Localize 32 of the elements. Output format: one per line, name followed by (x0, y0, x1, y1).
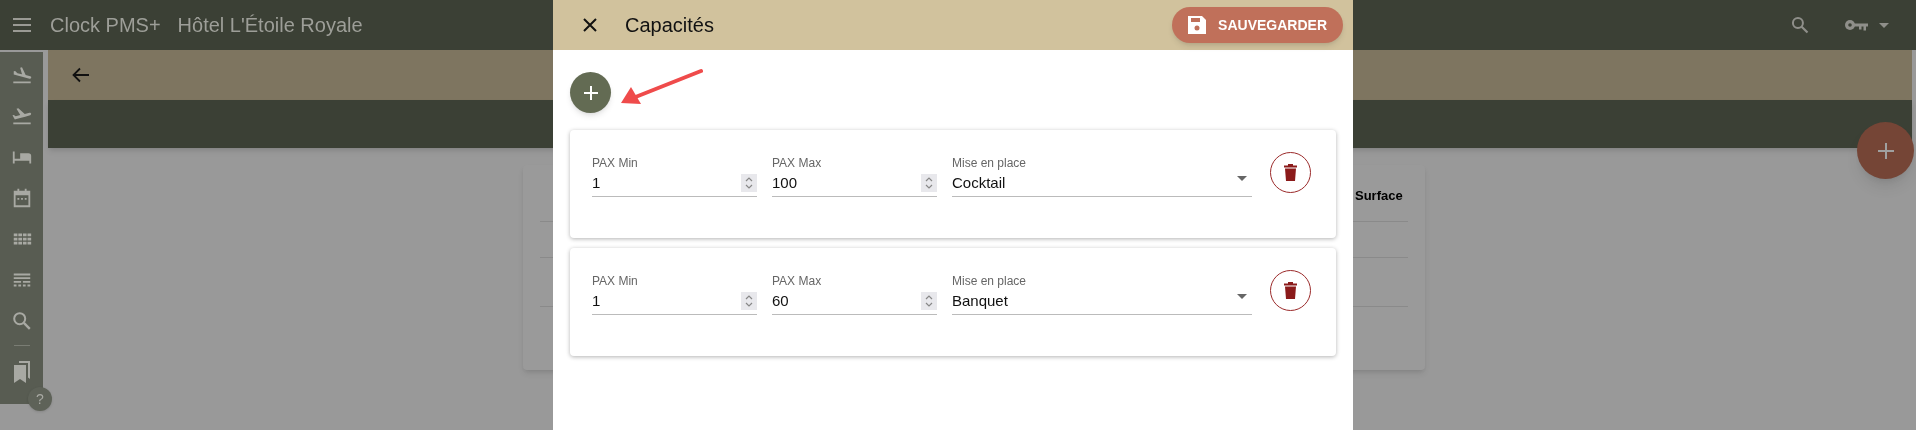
plus-icon (583, 85, 598, 100)
flight-takeoff-icon[interactable] (10, 105, 33, 127)
column-header: Surface (1355, 186, 1403, 205)
add-button[interactable] (570, 72, 611, 113)
save-button[interactable]: SAUVEGARDER (1172, 7, 1343, 43)
plus-icon (1877, 142, 1894, 159)
number-field[interactable]: PAX Max 100 (772, 156, 937, 197)
dialog-title: Capacités (625, 13, 714, 38)
caret-icon[interactable] (1879, 22, 1889, 28)
menu-icon[interactable] (12, 17, 32, 33)
dropdown-caret-icon (1237, 293, 1247, 299)
search-icon[interactable] (1790, 15, 1810, 35)
spinner-icon[interactable] (741, 174, 757, 192)
back-arrow-icon[interactable] (72, 67, 90, 83)
app-title: Clock PMS+ (50, 13, 161, 38)
close-icon[interactable] (583, 18, 597, 32)
trash-icon (1284, 282, 1297, 299)
number-field[interactable]: PAX Min 1 (592, 156, 757, 197)
flight-land-icon[interactable] (10, 64, 33, 86)
select-field[interactable]: Mise en place Cocktail (952, 156, 1252, 197)
hotel-name: Hôtel L'Étoile Royale (177, 13, 363, 38)
dropdown-caret-icon (1237, 175, 1247, 181)
number-field[interactable]: PAX Min 1 (592, 274, 757, 315)
fab-add-button[interactable] (1857, 122, 1914, 179)
spinner-icon[interactable] (921, 292, 937, 310)
search-icon[interactable] (10, 310, 33, 332)
trash-icon (1284, 164, 1297, 181)
select-field[interactable]: Mise en place Banquet (952, 274, 1252, 315)
spinner-icon[interactable] (741, 292, 757, 310)
number-field[interactable]: PAX Max 60 (772, 274, 937, 315)
key-icon[interactable] (1845, 18, 1869, 32)
spinner-icon[interactable] (921, 174, 937, 192)
